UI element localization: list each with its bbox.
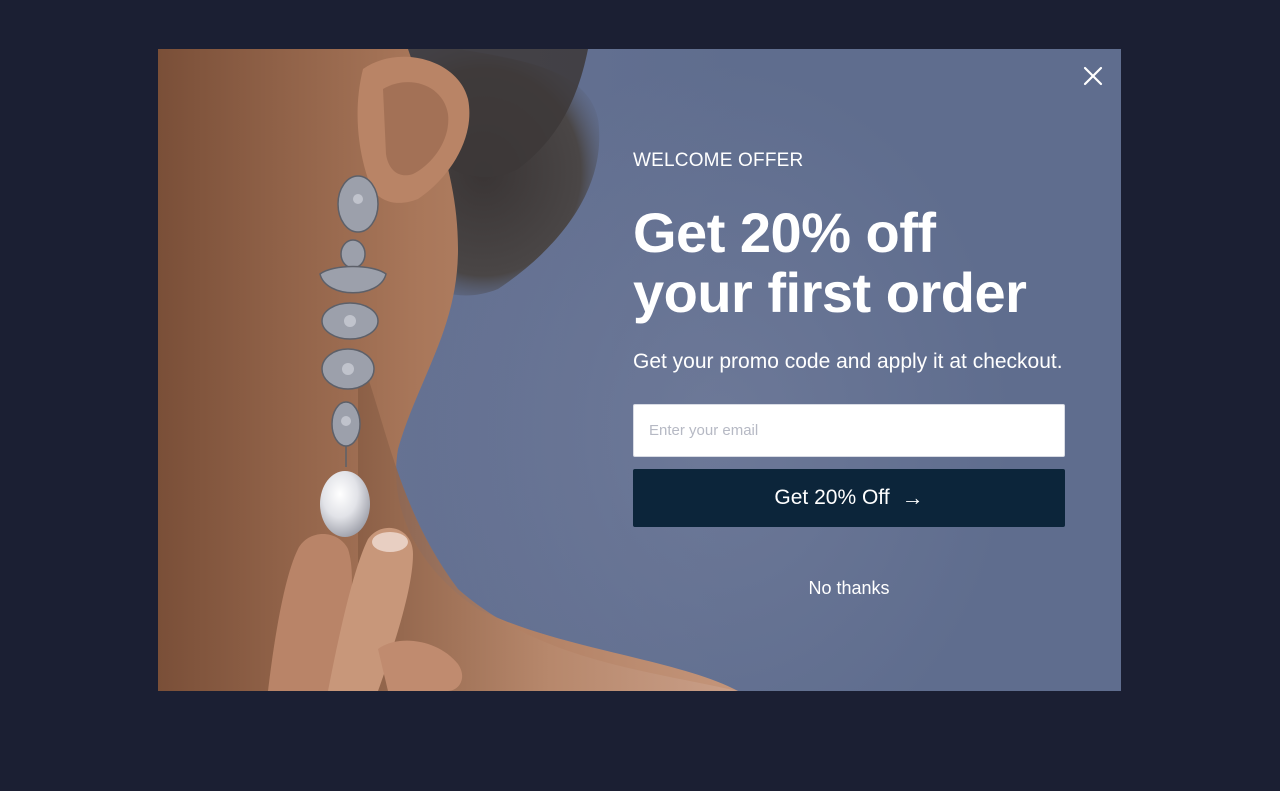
no-thanks-link[interactable]: No thanks [749,577,949,600]
offer-eyebrow: WELCOME OFFER [633,150,804,171]
close-button[interactable] [1081,64,1105,88]
get-discount-button[interactable]: Get 20% Off → [633,469,1065,527]
arrow-right-icon: → [901,485,924,510]
email-input[interactable] [633,404,1065,457]
offer-content: WELCOME OFFER Get 20% off your first ord… [633,149,1065,600]
headline-line-2: your first order [633,261,1027,324]
get-discount-label: Get 20% Off [774,486,890,509]
headline-line-1: Get 20% off [633,201,936,264]
promo-popup: WELCOME OFFER Get 20% off your first ord… [158,49,1121,691]
offer-headline: Get 20% off your first order [633,203,1065,323]
close-icon [1083,66,1103,86]
offer-subtext: Get your promo code and apply it at chec… [633,350,1063,373]
